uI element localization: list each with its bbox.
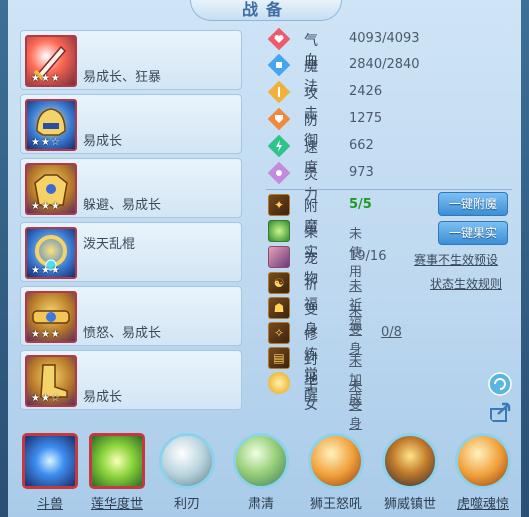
equipment-stars: ★★★ [31,73,61,84]
stat-value: 1275 [349,111,383,126]
stat-value: 2840/2840 [349,57,420,72]
equipment-desc: 易成长 [83,390,123,405]
skill-name: 斗兽 [36,497,63,512]
row-value[interactable]: 未变身 [349,375,362,432]
helmet-icon: ★★☆ [25,99,77,151]
stat-value: 662 [349,138,374,153]
skill-name: 狮王怒吼 [309,497,362,512]
stat-value: 4093/4093 [349,31,420,46]
skill-name: 虎噬魂惊 [456,497,509,512]
row-value[interactable]: 0/8 [381,325,402,340]
equipment-stars: ★★★ [31,201,61,212]
enchant-all-button[interactable]: 一键附魔 [438,192,508,216]
sun-icon [268,372,290,394]
skill-slot[interactable]: 狮王怒吼 [306,430,366,514]
skill-slot[interactable]: 肃清 [231,430,291,514]
row-value: 5/5 [349,197,372,212]
skill-slot[interactable]: 斗兽 [20,430,80,514]
panel-right-border [521,0,529,517]
belt-icon: ★★★ [25,291,77,343]
page-title: 战备 [241,0,290,19]
lion-roar-skill-icon [308,433,364,489]
enchant-icon: ✦ [268,194,290,216]
title-bar: 战备 [190,0,342,21]
equipment-desc: 泼天乱棍 [83,237,136,252]
defense-icon [268,108,290,130]
skill-name: 肃清 [247,497,274,512]
boots-icon: ★★☆ [25,355,77,407]
skill-slot[interactable]: 利刃 [157,430,217,514]
equipment-slot-weapon[interactable]: ★★★ 易成长、狂暴 [20,30,242,90]
equipment-slot-armor[interactable]: ★★★ 躲避、易成长 [20,158,242,218]
stat-value: 2426 [349,84,383,99]
fruit-icon [268,220,290,242]
purge-skill-icon [233,433,289,489]
rules-link[interactable]: 状态生效规则 [430,275,502,292]
preset-link[interactable]: 赛事不生效预设 [414,251,498,268]
equipment-stars: ★★☆ [31,393,61,404]
equipment-desc: 愤怒、易成长 [83,326,162,341]
blade-skill-icon [159,433,215,489]
skill-slot[interactable]: 莲华度世 [87,430,147,514]
row-value: 19/16 [349,249,387,264]
equipment-slot-necklace[interactable]: ★★★ 泼天乱棍 [20,222,242,282]
speed-icon [268,135,290,157]
sword-icon: ★★★ [25,35,77,87]
transform-icon: ☗ [268,297,290,319]
panel-left-border [0,0,8,517]
fruit-all-button[interactable]: 一键果实 [438,221,508,245]
equipment-desc: 易成长 [83,134,123,149]
seal-icon: ▤ [268,347,290,369]
row-value[interactable]: 未变身 [349,300,362,357]
armor-icon: ★★★ [25,163,77,215]
mana-icon [268,54,290,76]
attack-icon [268,81,290,103]
equipment-stars: ★★★ [31,329,61,340]
equipment-stars: ★★★ [31,265,61,276]
equipment-desc: 易成长、狂暴 [83,70,162,85]
equipment-slot-belt[interactable]: ★★★ 愤怒、易成长 [20,286,242,346]
equipment-slot-boots[interactable]: ★★☆ 易成长 [20,350,242,410]
skill-name: 狮威镇世 [383,497,436,512]
necklace-icon: ★★★ [25,227,77,279]
share-icon[interactable] [488,400,512,424]
equipment-desc: 躲避、易成长 [83,198,162,213]
divider [266,189,512,190]
skill-slot[interactable]: 狮威镇世 [380,430,440,514]
awaken-icon: ✧ [268,322,290,344]
equipment-slot-helmet[interactable]: ★★☆ 易成长 [20,94,242,154]
row-label: 子女 [304,377,318,413]
tiger-bite-skill-icon [455,433,511,489]
pet-portrait-icon [268,246,290,268]
stat-value: 973 [349,165,374,180]
skill-name: 莲华度世 [90,497,143,512]
equipment-stars: ★★☆ [31,137,61,148]
bless-icon: ☯ [268,272,290,294]
heart-icon [268,28,290,50]
beast-fight-skill-icon [22,433,78,489]
lion-might-skill-icon [382,433,438,489]
spirit-icon [268,162,290,184]
skill-name: 利刃 [173,497,200,512]
lotus-hand-skill-icon [89,433,145,489]
skill-slot[interactable]: 虎噬魂惊 [453,430,513,514]
refresh-icon[interactable] [488,372,512,396]
